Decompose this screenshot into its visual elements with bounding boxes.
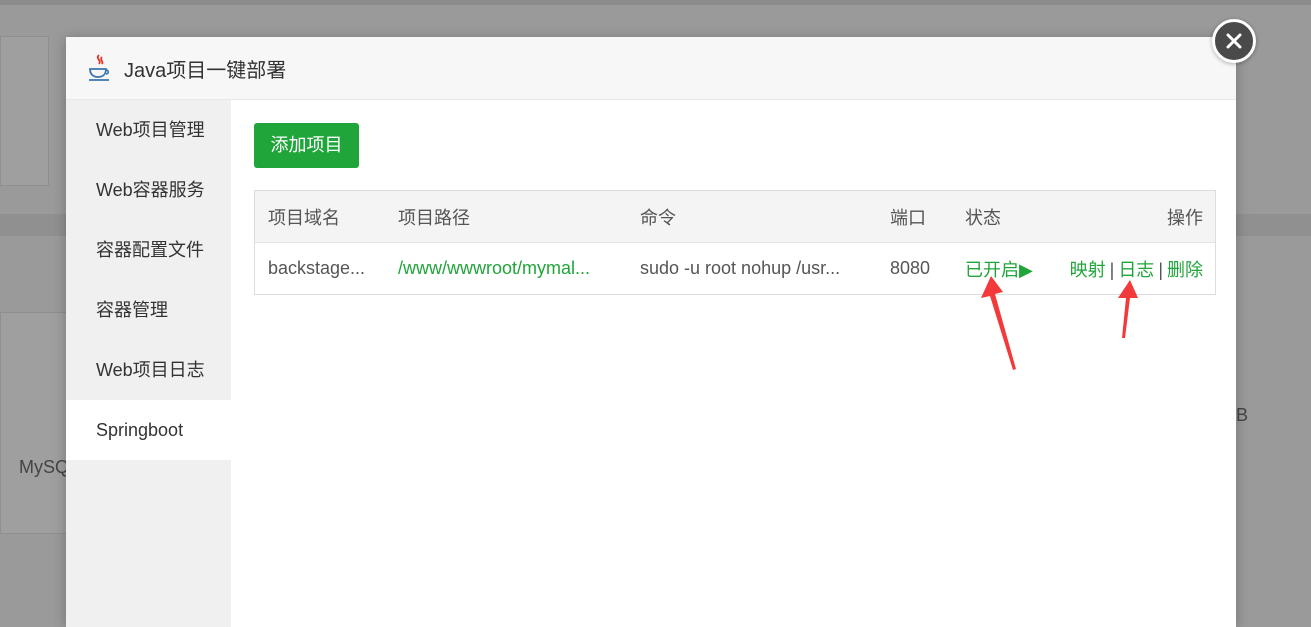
java-icon <box>89 54 110 81</box>
table-row: backstage... /www/wwwroot/mymal... sudo … <box>255 243 1215 294</box>
modal-header: Java项目一键部署 <box>66 37 1236 100</box>
sidebar: Web项目管理 Web容器服务 容器配置文件 容器管理 Web项目日志 Spri… <box>66 100 231 627</box>
sidebar-item-web-project-log[interactable]: Web项目日志 <box>66 340 231 400</box>
sidebar-item-container-manage[interactable]: 容器管理 <box>66 280 231 340</box>
background-card <box>0 312 68 534</box>
project-domain-cell: backstage... <box>268 258 366 278</box>
add-project-button[interactable]: 添加项目 <box>254 123 359 168</box>
annotation-arrow-icon <box>981 276 1016 370</box>
close-icon <box>1226 33 1242 49</box>
sidebar-item-web-project-manage[interactable]: Web项目管理 <box>66 100 231 160</box>
background-text: MySQ <box>19 457 70 477</box>
map-action-link[interactable]: 映射 <box>1070 260 1106 280</box>
column-header: 状态 <box>965 207 1001 228</box>
column-header: 端口 <box>890 207 926 228</box>
modal-title: Java项目一键部署 <box>124 59 287 82</box>
background-card <box>0 36 49 186</box>
project-command-cell: sudo -u root nohup /usr... <box>640 258 841 278</box>
background-text: B <box>1236 405 1249 425</box>
column-header: 项目域名 <box>268 207 340 228</box>
project-port-cell: 8080 <box>890 258 931 278</box>
table-header: 项目域名 项目路径 命令 端口 状态 操作 <box>255 191 1215 243</box>
column-header: 操作 <box>1167 207 1203 228</box>
project-table: 项目域名 项目路径 命令 端口 状态 操作 backstage... /www/… <box>254 190 1216 295</box>
main-content: 添加项目 项目域名 项目路径 命令 端口 状态 操作 backstage... … <box>254 123 1216 295</box>
column-header: 项目路径 <box>398 207 470 228</box>
annotation-arrow-icon <box>1118 280 1138 338</box>
action-separator: | <box>1158 259 1163 280</box>
sidebar-item-springboot[interactable]: Springboot <box>66 400 231 460</box>
sidebar-item-container-config[interactable]: 容器配置文件 <box>66 220 231 280</box>
deploy-modal: Java项目一键部署 Web项目管理 Web容器服务 容器配置文件 容器管理 W… <box>66 37 1236 627</box>
close-button[interactable] <box>1212 19 1256 63</box>
column-header: 命令 <box>640 207 676 228</box>
sidebar-item-web-container-service[interactable]: Web容器服务 <box>66 160 231 220</box>
project-path-link[interactable]: /www/wwwroot/mymal... <box>385 258 627 279</box>
delete-action-link[interactable]: 删除 <box>1167 260 1203 280</box>
background-topbar <box>0 0 1311 5</box>
